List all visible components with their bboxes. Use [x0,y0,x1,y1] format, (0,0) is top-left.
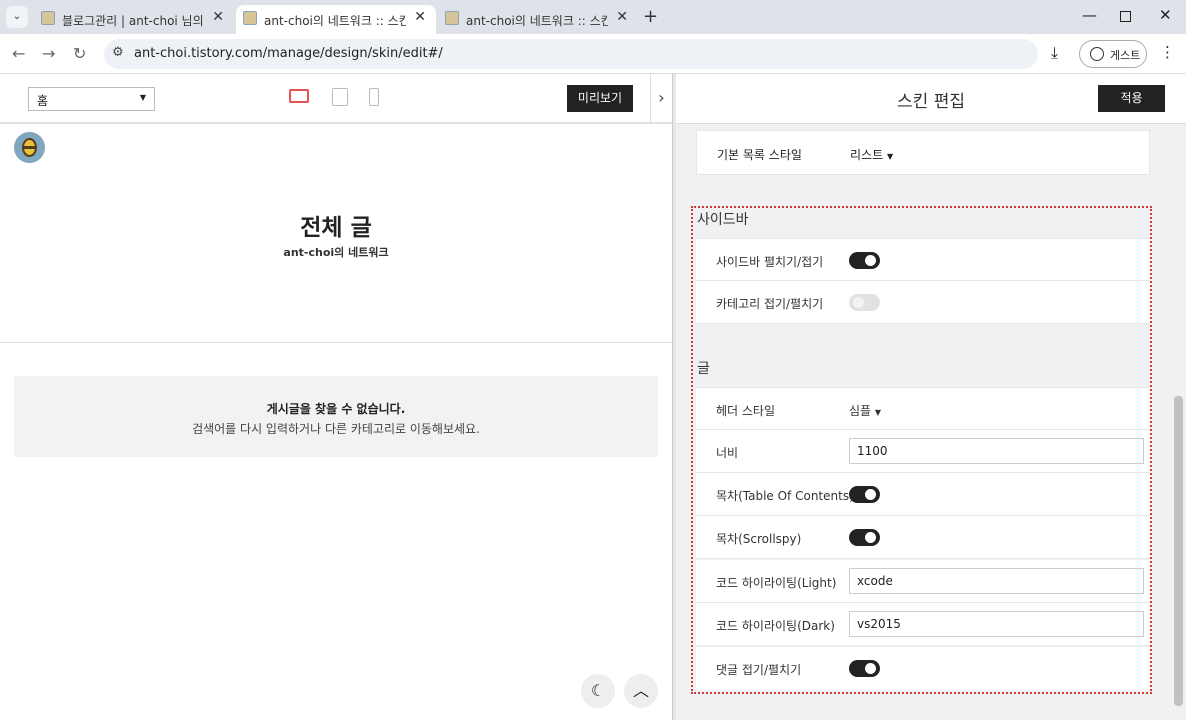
tablet-view-icon[interactable] [332,88,348,106]
code-light-row: 코드 하이라이팅(Light) xcode [696,560,1150,603]
back-icon[interactable]: ← [12,44,25,63]
maximize-icon[interactable] [1120,11,1131,22]
mobile-view-icon[interactable] [369,88,379,106]
list-style-row: 기본 목록 스타일 리스트 ▼ [696,130,1150,175]
comment-toggle[interactable] [849,660,880,677]
url-field[interactable]: ⚙ ant-choi.tistory.com/manage/design/ski… [104,39,1038,69]
reload-icon[interactable]: ↻ [73,44,86,63]
category-toggle-row: 카테고리 접기/펼치기 [696,281,1150,324]
code-dark-row: 코드 하이라이팅(Dark) vs2015 [696,603,1150,646]
toc-label: 목차(Table Of Contents) [716,489,854,503]
code-dark-label: 코드 하이라이팅(Dark) [716,619,835,633]
header-style-dropdown[interactable]: 심플 ▼ [849,402,881,419]
sidebar-toggle-row: 사이드바 펼치기/접기 [696,238,1150,281]
toggle-knob [865,489,876,500]
scrollbar-thumb[interactable] [1174,396,1183,706]
comment-toggle-label: 댓글 접기/펼치기 [716,663,802,677]
download-icon[interactable]: ⤓ [1051,43,1058,63]
header-style-row: 헤더 스타일 심플 ▼ [696,387,1150,430]
list-style-label: 기본 목록 스타일 [717,148,802,162]
code-light-input[interactable]: xcode [849,568,1144,594]
tab-title: ant-choi의 네트워크 :: 스킨편집 [264,14,406,28]
category-toggle-label: 카테고리 접기/펼치기 [716,297,824,311]
browser-tab-bar: ⌄ 블로그관리 | ant-choi 님의 블로그 ✕ ant-choi의 네트… [0,0,1186,34]
editor-header: 스킨 편집 적용 [676,74,1186,124]
profile-label: 게스트 [1110,49,1141,62]
preview-toolbar: 홈 ▼ 미리보기 › [0,74,672,124]
caret-down-icon: ▼ [139,93,146,102]
close-tab-icon[interactable]: ✕ [212,9,224,25]
tab-skin-edit-active[interactable]: ant-choi의 네트워크 :: 스킨편집 ✕ [236,5,436,34]
preview-button[interactable]: 미리보기 [567,85,633,112]
toggle-knob [853,297,864,308]
empty-title: 게시글을 찾을 수 없습니다. [266,402,406,416]
width-label: 너비 [716,446,739,460]
tab-title: 블로그관리 | ant-choi 님의 블로그 [62,14,204,28]
tab-search-button[interactable]: ⌄ [6,6,28,28]
empty-description: 검색어를 다시 입력하거나 다른 카테고리로 이동해보세요. [192,422,480,436]
tab-title: ant-choi의 네트워크 :: 스킨편집 [466,14,608,28]
url-text: ant-choi.tistory.com/manage/design/skin/… [134,46,443,61]
desktop-view-icon[interactable] [289,89,309,103]
site-info-icon[interactable]: ⚙ [112,45,124,60]
code-dark-input[interactable]: vs2015 [849,611,1144,637]
list-style-value: 리스트 [850,148,884,162]
toggle-knob [865,255,876,266]
dark-mode-icon[interactable]: ☾ [581,674,615,708]
preview-panel: 홈 ▼ 미리보기 › 전체 글 ant-choi의 네트워크 게시글을 찾을 수… [0,74,672,720]
toc-row: 목차(Table Of Contents) [696,473,1150,516]
close-tab-icon[interactable]: ✕ [414,9,426,25]
new-tab-button[interactable]: + [643,6,658,27]
scroll-top-icon[interactable]: ︿ [624,674,658,708]
favicon-icon [445,11,459,25]
blog-name: ant-choi의 네트워크 [283,246,389,259]
apply-button[interactable]: 적용 [1098,85,1165,112]
favicon-icon [41,11,55,25]
sidebar-toggle[interactable] [849,252,880,269]
bee-stripe [24,146,35,149]
tab-blog-admin[interactable]: 블로그관리 | ant-choi 님의 블로그 ✕ [34,5,234,34]
page-select-value: 홈 [37,94,49,108]
sidebar-section-title: 사이드바 [697,212,749,228]
tab-skin-edit[interactable]: ant-choi의 네트워크 :: 스킨편집 ✕ [438,5,638,34]
close-window-icon[interactable]: ✕ [1159,6,1172,24]
favicon-icon [243,11,257,25]
sidebar-toggle-label: 사이드바 펼치기/접기 [716,255,824,269]
width-input[interactable]: 1100 [849,438,1144,464]
scrollspy-toggle[interactable] [849,529,880,546]
page-select[interactable]: 홈 ▼ [28,87,155,111]
scrollspy-label: 목차(Scrollspy) [716,532,802,546]
skin-editor-panel: 스킨 편집 적용 기본 목록 스타일 리스트 ▼ 사이드바 사이드바 펼치기/접… [676,74,1186,720]
code-light-label: 코드 하이라이팅(Light) [716,576,837,590]
toc-toggle[interactable] [849,486,880,503]
empty-state: 게시글을 찾을 수 없습니다. 검색어를 다시 입력하거나 다른 카테고리로 이… [14,376,658,457]
page-title: 전체 글 [300,215,372,241]
divider [0,342,672,343]
header-style-value: 심플 [849,404,872,418]
menu-icon[interactable]: ⋮ [1160,43,1175,61]
post-section-title: 글 [697,361,710,377]
collapse-panel-icon[interactable]: › [650,74,672,124]
caret-down-icon: ▼ [886,152,894,161]
comment-toggle-row: 댓글 접기/펼치기 [696,647,1150,690]
profile-icon [1090,47,1104,61]
caret-down-icon: ▼ [874,408,882,417]
minimize-icon[interactable]: — [1082,6,1097,24]
close-tab-icon[interactable]: ✕ [616,9,628,25]
header-style-label: 헤더 스타일 [716,404,776,418]
profile-button[interactable]: 게스트 [1079,40,1147,68]
toggle-knob [865,532,876,543]
list-style-dropdown[interactable]: 리스트 ▼ [850,146,893,163]
scrollspy-row: 목차(Scrollspy) [696,516,1150,559]
toggle-knob [865,663,876,674]
forward-icon[interactable]: → [42,44,55,63]
address-bar: ← → ↻ ⚙ ant-choi.tistory.com/manage/desi… [0,34,1186,74]
category-toggle[interactable] [849,294,880,311]
width-row: 너비 1100 [696,430,1150,473]
blog-avatar[interactable] [14,132,45,163]
